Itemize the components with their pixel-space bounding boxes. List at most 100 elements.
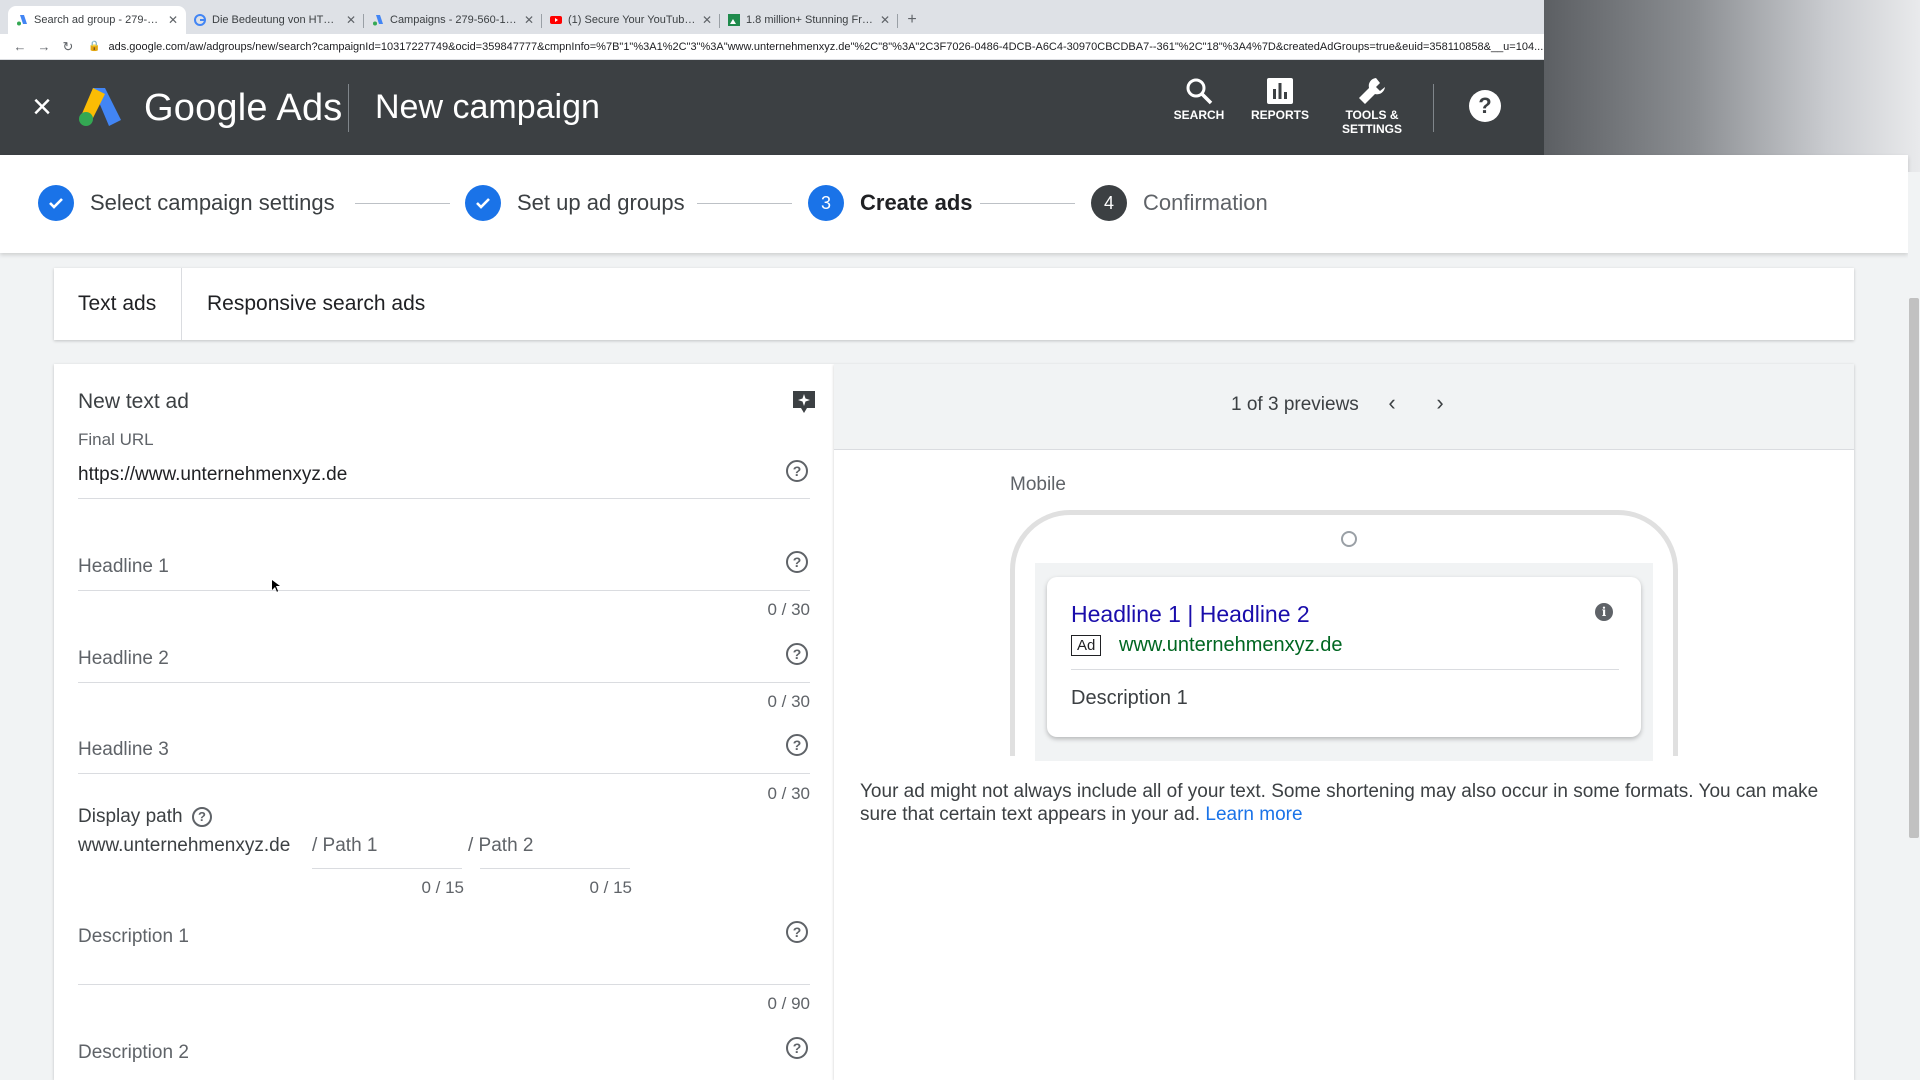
phone-screen: Headline 1 | Headline 2 i Ad www.unterne… — [1035, 563, 1653, 761]
page-title: New campaign — [375, 88, 600, 126]
url-text: ads.google.com/aw/adgroups/new/search?ca… — [108, 40, 1544, 53]
youtube-icon — [550, 14, 562, 26]
final-url-input[interactable]: https://www.unternehmenxyz.de — [78, 464, 347, 486]
step-connector — [697, 203, 792, 204]
ads-header: × Google Ads New campaign SEARCH REPORTS… — [0, 60, 1544, 155]
step-connector — [355, 203, 450, 204]
help-circle-icon[interactable]: ? — [786, 460, 808, 482]
step-label: Select campaign settings — [90, 190, 335, 215]
field-underline — [78, 682, 810, 683]
search-button[interactable]: SEARCH — [1159, 74, 1239, 144]
tab-title: Die Bedeutung von HTTPS - G — [212, 14, 340, 26]
field-underline — [480, 868, 630, 869]
back-arrow-icon[interactable]: ← — [8, 36, 32, 58]
google-ads-logo — [79, 88, 121, 126]
browser-tab[interactable]: Die Bedeutung von HTTPS - G ✕ — [186, 6, 364, 34]
reports-button[interactable]: REPORTS — [1240, 74, 1320, 144]
step-set-up-ad-groups[interactable]: Set up ad groups — [465, 185, 685, 221]
path-2-counter: 0 / 15 — [589, 878, 632, 897]
step-label: Create ads — [860, 190, 973, 215]
header-divider — [1433, 84, 1434, 132]
device-label: Mobile — [1010, 474, 1066, 495]
close-tab-icon[interactable]: ✕ — [880, 13, 890, 27]
editor-title: New text ad — [78, 390, 189, 413]
help-icon[interactable]: ? — [1469, 90, 1501, 122]
help-circle-icon[interactable]: ? — [192, 807, 212, 827]
step-create-ads[interactable]: 3 Create ads — [808, 185, 973, 221]
description-2-input[interactable]: Description 2 — [78, 1042, 189, 1064]
close-tab-icon[interactable]: ✕ — [524, 13, 534, 27]
ad-preview-panel: 1 of 3 previews ‹ › Mobile Headline 1 | … — [834, 364, 1854, 1080]
phone-camera — [1341, 531, 1357, 547]
headline-3-counter: 0 / 30 — [767, 784, 810, 803]
help-circle-icon[interactable]: ? — [786, 921, 808, 943]
google-icon — [194, 14, 206, 26]
ad-headline: Headline 1 | Headline 2 — [1071, 601, 1310, 627]
help-circle-icon[interactable]: ? — [786, 551, 808, 573]
scrollbar-thumb[interactable] — [1909, 298, 1919, 838]
browser-tab[interactable]: (1) Secure Your YouTube Acco ✕ — [542, 6, 720, 34]
wrench-icon — [1356, 74, 1388, 108]
ad-description: Description 1 — [1071, 687, 1188, 709]
brand-name: Google Ads — [144, 87, 343, 129]
tab-title: Search ad group - 279-560-18 — [34, 14, 162, 26]
step-select-campaign-settings[interactable]: Select campaign settings — [38, 185, 335, 221]
path-2-input[interactable]: / Path 2 — [468, 835, 534, 857]
path-1-counter: 0 / 15 — [421, 878, 464, 897]
learn-more-link[interactable]: Learn more — [1205, 804, 1302, 825]
tab-title: (1) Secure Your YouTube Acco — [568, 14, 696, 26]
text-ad-editor: New text ad Final URL https://www.untern… — [54, 364, 834, 1080]
chevron-right-icon[interactable]: › — [1428, 392, 1452, 416]
ad-type-tabs: Text ads Responsive search ads — [54, 268, 1854, 340]
step-label: Confirmation — [1143, 190, 1268, 215]
headline-1-input[interactable]: Headline 1 — [78, 556, 169, 578]
help-circle-icon[interactable]: ? — [786, 643, 808, 665]
url-field[interactable]: 🔒 ads.google.com/aw/adgroups/new/search?… — [88, 37, 1544, 57]
close-icon[interactable]: × — [26, 90, 58, 124]
close-tab-icon[interactable]: ✕ — [702, 13, 712, 27]
shortening-notice: Your ad might not always include all of … — [860, 780, 1820, 826]
description-1-input[interactable]: Description 1 — [78, 926, 189, 948]
ad-suggestion-icon[interactable] — [790, 388, 818, 416]
close-tab-icon[interactable]: ✕ — [168, 13, 178, 27]
chevron-left-icon[interactable]: ‹ — [1380, 392, 1404, 416]
preview-count: 1 of 3 previews — [1231, 394, 1359, 415]
path-1-input[interactable]: / Path 1 — [312, 835, 378, 857]
step-number: 3 — [808, 185, 844, 221]
field-underline — [78, 773, 810, 774]
browser-tab[interactable]: Campaigns - 279-560-1893 - ✕ — [364, 6, 542, 34]
forward-arrow-icon[interactable]: → — [32, 36, 56, 58]
reports-icon — [1264, 74, 1296, 108]
headline-2-counter: 0 / 30 — [767, 692, 810, 711]
headline-1-counter: 0 / 30 — [767, 600, 810, 619]
help-circle-icon[interactable]: ? — [786, 1037, 808, 1059]
tools-settings-label: TOOLS & SETTINGS — [1341, 108, 1402, 136]
close-tab-icon[interactable]: ✕ — [346, 13, 356, 27]
step-connector — [980, 203, 1075, 204]
field-underline — [312, 868, 462, 869]
tab-text-ads[interactable]: Text ads — [78, 268, 182, 340]
info-icon[interactable]: i — [1595, 603, 1613, 621]
new-tab-button[interactable]: + — [898, 6, 926, 34]
browser-tab[interactable]: Search ad group - 279-560-18 ✕ — [8, 6, 186, 34]
browser-tab-bar: Search ad group - 279-560-18 ✕ Die Bedeu… — [0, 0, 1544, 34]
headline-3-input[interactable]: Headline 3 — [78, 739, 169, 761]
step-confirmation[interactable]: 4 Confirmation — [1091, 185, 1268, 221]
field-underline — [78, 984, 810, 985]
check-icon — [38, 185, 74, 221]
ad-divider — [1071, 669, 1619, 670]
display-path-label: Display path — [78, 806, 183, 827]
mouse-cursor-icon — [272, 580, 280, 592]
browser-tab[interactable]: 1.8 million+ Stunning Free Ima ✕ — [720, 6, 898, 34]
headline-2-input[interactable]: Headline 2 — [78, 648, 169, 670]
field-underline — [78, 498, 810, 499]
tab-responsive-search-ads[interactable]: Responsive search ads — [183, 268, 425, 340]
lock-icon: 🔒 — [88, 41, 101, 52]
step-number: 4 — [1091, 185, 1127, 221]
header-divider — [348, 84, 349, 132]
tools-settings-button[interactable]: TOOLS & SETTINGS — [1332, 74, 1412, 144]
help-circle-icon[interactable]: ? — [786, 734, 808, 756]
tab-title: 1.8 million+ Stunning Free Ima — [746, 14, 874, 26]
reload-icon[interactable]: ↻ — [56, 36, 80, 58]
check-icon — [465, 185, 501, 221]
